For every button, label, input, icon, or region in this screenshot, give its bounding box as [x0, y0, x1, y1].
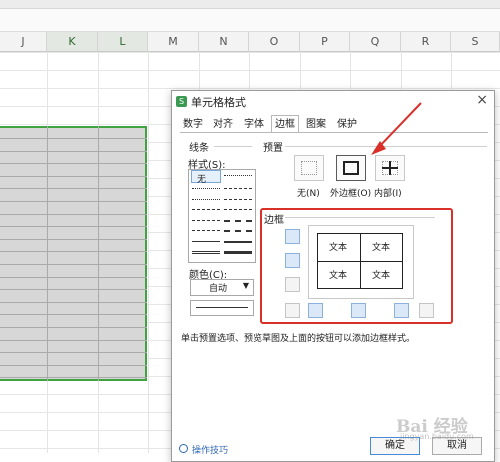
watermark-url: jingyan.baidu.com	[400, 432, 474, 441]
annotation-arrow	[371, 102, 422, 155]
